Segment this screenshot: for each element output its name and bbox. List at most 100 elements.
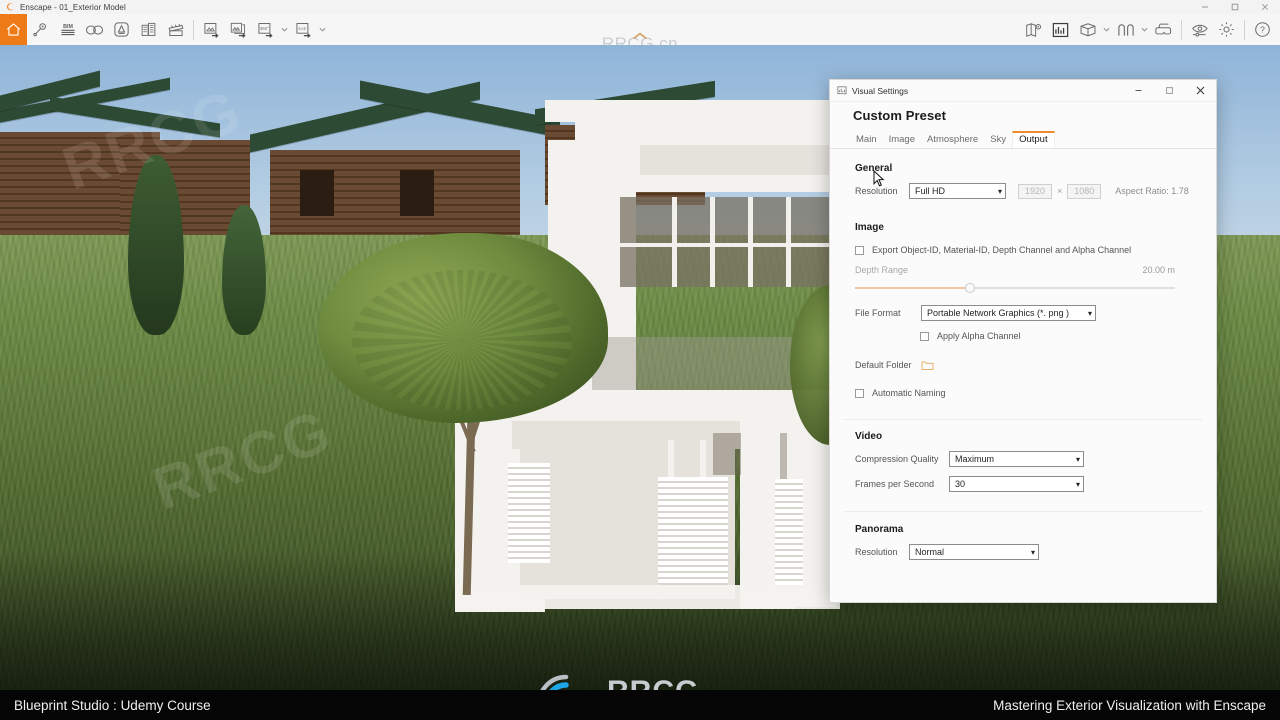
export-channels-checkbox[interactable] (855, 245, 864, 255)
dialog-window-controls (1123, 80, 1216, 101)
apply-alpha-label: Apply Alpha Channel (937, 331, 1021, 341)
help-button[interactable]: ? (1249, 15, 1276, 44)
tab-image[interactable]: Image (883, 132, 921, 149)
dialog-titlebar[interactable]: Visual Settings (830, 80, 1216, 102)
export-panorama-button[interactable]: 360° (252, 15, 279, 44)
depth-range-value: 20.00 m (1142, 265, 1175, 275)
visual-settings-icon (836, 85, 847, 96)
file-format-label: File Format (855, 308, 901, 318)
window-title: Enscape - 01_Exterior Model (20, 2, 126, 12)
tab-atmosphere[interactable]: Atmosphere (921, 132, 984, 149)
file-format-select[interactable]: Portable Network Graphics (*. png ) ▾ (921, 305, 1096, 321)
dimension-separator: × (1057, 186, 1063, 196)
enscape-application-window: Enscape - 01_Exterior Model BIM 360° EXE… (0, 0, 1280, 720)
close-icon[interactable] (1250, 0, 1280, 14)
visual-settings-dialog[interactable]: Visual Settings Custom Preset Main Image… (829, 79, 1217, 603)
white-mode-caret[interactable] (1101, 15, 1112, 44)
white-mode-button[interactable] (1074, 15, 1101, 44)
asset-library-button[interactable] (108, 15, 135, 44)
resolution-value: Full HD (915, 186, 946, 196)
video-editor-button[interactable] (162, 15, 189, 44)
views-button[interactable] (27, 15, 54, 44)
maximize-icon[interactable] (1220, 0, 1250, 14)
visual-settings-icon (1052, 22, 1069, 37)
resolution-select[interactable]: Full HD ▾ (909, 183, 1006, 199)
export-channels-row[interactable]: Export Object-ID, Material-ID, Depth Cha… (855, 240, 1216, 260)
chevron-down-icon (1103, 28, 1110, 32)
export-exe-caret[interactable] (317, 15, 328, 44)
tab-main[interactable]: Main (850, 132, 883, 149)
home-button[interactable] (0, 14, 27, 45)
project-button[interactable] (135, 15, 162, 44)
status-right-text: Mastering Exterior Visualization with En… (993, 697, 1266, 713)
resolution-height-value: 1080 (1074, 186, 1095, 196)
louver-gate-left (508, 463, 550, 563)
folder-icon[interactable] (921, 360, 934, 371)
asset-cone-icon (114, 22, 129, 37)
batch-render-button[interactable] (225, 15, 252, 44)
chevron-down-icon (319, 28, 326, 32)
compression-quality-select[interactable]: Maximum ▾ (949, 451, 1084, 467)
chevron-up-icon (633, 32, 647, 40)
window-controls (1190, 0, 1280, 14)
section-divider-video (844, 419, 1202, 420)
automatic-naming-row[interactable]: Automatic Naming (855, 383, 1216, 403)
vr-headset-icon (1154, 23, 1171, 34)
tab-sky[interactable]: Sky (984, 132, 1012, 149)
resolution-width-input[interactable]: 1920 (1018, 183, 1052, 199)
toolbar-right-group: ? (1020, 14, 1276, 45)
minimize-icon[interactable] (1190, 0, 1220, 14)
tree-foliage-texture (352, 270, 572, 410)
depth-range-row: Depth Range 20.00 m (855, 260, 1175, 280)
dialog-close-icon[interactable] (1185, 80, 1216, 101)
panorama-resolution-select[interactable]: Normal ▾ (909, 544, 1039, 560)
dialog-maximize-icon[interactable] (1154, 80, 1185, 101)
bim-button[interactable]: BIM (54, 15, 81, 44)
view-management-button[interactable] (1186, 15, 1213, 44)
chevron-down-icon: ▾ (1075, 454, 1080, 464)
svg-text:BIM: BIM (63, 24, 73, 30)
export-channels-label: Export Object-ID, Material-ID, Depth Cha… (872, 245, 1132, 255)
automatic-naming-label: Automatic Naming (872, 388, 946, 398)
automatic-naming-checkbox[interactable] (855, 388, 864, 398)
eye-settings-icon (1191, 24, 1208, 36)
window-titlebar: Enscape - 01_Exterior Model (0, 0, 1280, 15)
dialog-minimize-icon[interactable] (1123, 80, 1154, 101)
toolbar-collapse-arrow[interactable] (632, 31, 648, 43)
stereo-button[interactable] (1112, 15, 1139, 44)
apply-alpha-row[interactable]: Apply Alpha Channel (920, 326, 1216, 346)
stereo-caret[interactable] (1139, 15, 1150, 44)
batch-render-icon (230, 22, 246, 38)
section-panorama-heading: Panorama (855, 524, 904, 535)
map-pin-icon (1025, 22, 1041, 37)
resolution-row: Resolution Full HD ▾ 1920 × 1080 Aspect … (855, 181, 1216, 201)
location-pin-icon (33, 23, 46, 37)
preset-title: Custom Preset (853, 108, 947, 123)
resolution-label: Resolution (855, 186, 898, 196)
tab-output[interactable]: Output (1012, 130, 1055, 148)
svg-text:EXE: EXE (299, 25, 307, 30)
slider-fill (855, 287, 971, 289)
vr-button[interactable] (81, 15, 108, 44)
panorama-resolution-row: Resolution Normal ▾ (855, 542, 1216, 562)
export-image-button[interactable] (198, 15, 225, 44)
slider-thumb[interactable] (965, 283, 976, 293)
frames-per-second-select[interactable]: 30 ▾ (949, 476, 1084, 492)
dialog-title: Visual Settings (852, 85, 909, 96)
export-exe-button[interactable]: EXE (290, 15, 317, 44)
visual-settings-button[interactable] (1047, 15, 1074, 44)
help-icon: ? (1255, 22, 1270, 37)
status-bar: Blueprint Studio : Udemy Course Masterin… (0, 690, 1280, 720)
map-button[interactable] (1020, 15, 1047, 44)
compression-quality-row: Compression Quality Maximum ▾ (855, 449, 1216, 469)
apply-alpha-checkbox[interactable] (920, 331, 929, 341)
status-left-text: Blueprint Studio : Udemy Course (14, 697, 211, 713)
export-panorama-caret[interactable] (279, 15, 290, 44)
section-video-heading: Video (855, 431, 883, 442)
section-general-heading: General (855, 163, 893, 174)
vr-headset-button[interactable] (1150, 15, 1177, 44)
settings-button[interactable] (1213, 15, 1240, 44)
resolution-height-input[interactable]: 1080 (1067, 183, 1102, 199)
depth-range-slider[interactable] (855, 282, 1175, 294)
louver-gate-center (658, 477, 728, 587)
